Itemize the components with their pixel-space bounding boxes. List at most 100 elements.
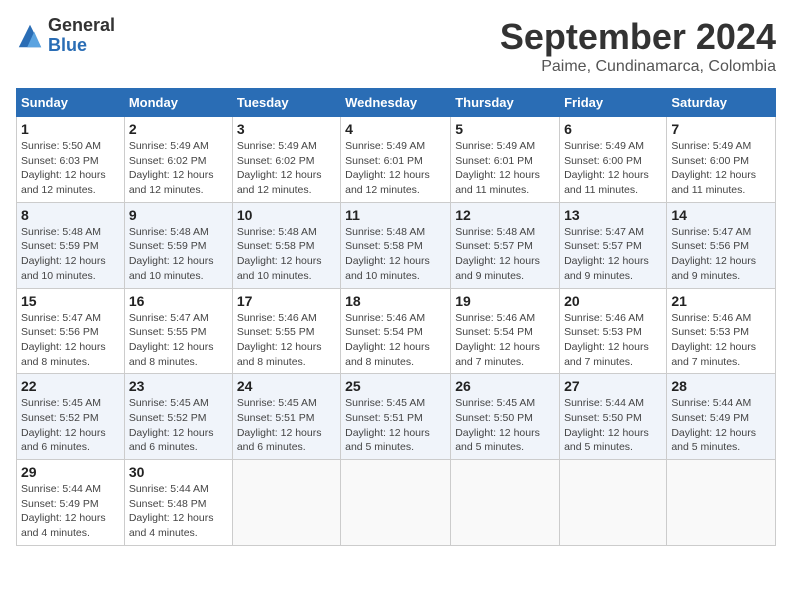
day-number: 28 (671, 378, 771, 394)
table-row (667, 460, 776, 546)
header-monday: Monday (124, 89, 232, 117)
day-number: 15 (21, 293, 120, 309)
day-info: Sunrise: 5:45 AM Sunset: 5:50 PM Dayligh… (455, 396, 555, 455)
day-number: 16 (129, 293, 228, 309)
logo: General Blue (16, 16, 115, 56)
table-row: 17 Sunrise: 5:46 AM Sunset: 5:55 PM Dayli… (232, 288, 340, 374)
table-row: 1 Sunrise: 5:50 AM Sunset: 6:03 PM Daylig… (17, 117, 125, 203)
table-row (451, 460, 560, 546)
day-info: Sunrise: 5:44 AM Sunset: 5:49 PM Dayligh… (671, 396, 771, 455)
day-number: 19 (455, 293, 555, 309)
day-number: 11 (345, 207, 446, 223)
day-info: Sunrise: 5:50 AM Sunset: 6:03 PM Dayligh… (21, 139, 120, 198)
table-row: 15Sunrise: 5:47 AM Sunset: 5:56 PM Dayli… (17, 288, 125, 374)
day-info: Sunrise: 5:45 AM Sunset: 5:51 PM Dayligh… (237, 396, 336, 455)
day-number: 7 (671, 121, 771, 137)
day-number: 26 (455, 378, 555, 394)
calendar-week-row: 22Sunrise: 5:45 AM Sunset: 5:52 PM Dayli… (17, 374, 776, 460)
day-number: 9 (129, 207, 228, 223)
day-info: Sunrise: 5:44 AM Sunset: 5:50 PM Dayligh… (564, 396, 662, 455)
day-number: 3 (237, 121, 336, 137)
header-sunday: Sunday (17, 89, 125, 117)
day-info: Sunrise: 5:48 AM Sunset: 5:58 PM Dayligh… (345, 225, 446, 284)
table-row: 7 Sunrise: 5:49 AM Sunset: 6:00 PM Daylig… (667, 117, 776, 203)
day-info: Sunrise: 5:46 AM Sunset: 5:53 PM Dayligh… (671, 311, 771, 370)
day-number: 29 (21, 464, 120, 480)
day-info: Sunrise: 5:44 AM Sunset: 5:49 PM Dayligh… (21, 482, 120, 541)
table-row: 21Sunrise: 5:46 AM Sunset: 5:53 PM Dayli… (667, 288, 776, 374)
table-row: 23 Sunrise: 5:45 AM Sunset: 5:52 PM Dayli… (124, 374, 232, 460)
header-friday: Friday (560, 89, 667, 117)
table-row: 26 Sunrise: 5:45 AM Sunset: 5:50 PM Dayli… (451, 374, 560, 460)
calendar-week-row: 1 Sunrise: 5:50 AM Sunset: 6:03 PM Daylig… (17, 117, 776, 203)
table-row: 9 Sunrise: 5:48 AM Sunset: 5:59 PM Daylig… (124, 202, 232, 288)
day-info: Sunrise: 5:47 AM Sunset: 5:56 PM Dayligh… (671, 225, 771, 284)
table-row: 27 Sunrise: 5:44 AM Sunset: 5:50 PM Dayli… (560, 374, 667, 460)
table-row: 6Sunrise: 5:49 AM Sunset: 6:00 PM Daylig… (560, 117, 667, 203)
table-row: 20 Sunrise: 5:46 AM Sunset: 5:53 PM Dayli… (560, 288, 667, 374)
calendar-week-row: 8 Sunrise: 5:48 AM Sunset: 5:59 PM Daylig… (17, 202, 776, 288)
table-row: 28 Sunrise: 5:44 AM Sunset: 5:49 PM Dayli… (667, 374, 776, 460)
table-row: 30 Sunrise: 5:44 AM Sunset: 5:48 PM Dayli… (124, 460, 232, 546)
table-row: 5 Sunrise: 5:49 AM Sunset: 6:01 PM Daylig… (451, 117, 560, 203)
day-number: 18 (345, 293, 446, 309)
day-info: Sunrise: 5:46 AM Sunset: 5:53 PM Dayligh… (564, 311, 662, 370)
day-info: Sunrise: 5:48 AM Sunset: 5:59 PM Dayligh… (129, 225, 228, 284)
table-row: 19 Sunrise: 5:46 AM Sunset: 5:54 PM Dayli… (451, 288, 560, 374)
month-title: September 2024 (500, 16, 776, 58)
header-wednesday: Wednesday (341, 89, 451, 117)
day-number: 20 (564, 293, 662, 309)
day-info: Sunrise: 5:49 AM Sunset: 6:02 PM Dayligh… (129, 139, 228, 198)
calendar-table: Sunday Monday Tuesday Wednesday Thursday… (16, 88, 776, 546)
table-row: 11 Sunrise: 5:48 AM Sunset: 5:58 PM Dayli… (341, 202, 451, 288)
day-info: Sunrise: 5:48 AM Sunset: 5:58 PM Dayligh… (237, 225, 336, 284)
logo-text: General Blue (48, 16, 115, 56)
weekday-header-row: Sunday Monday Tuesday Wednesday Thursday… (17, 89, 776, 117)
day-info: Sunrise: 5:46 AM Sunset: 5:54 PM Dayligh… (345, 311, 446, 370)
table-row: 12Sunrise: 5:48 AM Sunset: 5:57 PM Dayli… (451, 202, 560, 288)
day-number: 14 (671, 207, 771, 223)
day-info: Sunrise: 5:49 AM Sunset: 6:00 PM Dayligh… (671, 139, 771, 198)
day-number: 24 (237, 378, 336, 394)
table-row: 8 Sunrise: 5:48 AM Sunset: 5:59 PM Daylig… (17, 202, 125, 288)
table-row: 24 Sunrise: 5:45 AM Sunset: 5:51 PM Dayli… (232, 374, 340, 460)
day-info: Sunrise: 5:47 AM Sunset: 5:57 PM Dayligh… (564, 225, 662, 284)
table-row: 16 Sunrise: 5:47 AM Sunset: 5:55 PM Dayli… (124, 288, 232, 374)
header-tuesday: Tuesday (232, 89, 340, 117)
day-info: Sunrise: 5:49 AM Sunset: 6:00 PM Dayligh… (564, 139, 662, 198)
day-number: 17 (237, 293, 336, 309)
day-info: Sunrise: 5:45 AM Sunset: 5:51 PM Dayligh… (345, 396, 446, 455)
location-title: Paime, Cundinamarca, Colombia (500, 58, 776, 76)
day-number: 2 (129, 121, 228, 137)
table-row: 22Sunrise: 5:45 AM Sunset: 5:52 PM Dayli… (17, 374, 125, 460)
table-row: 29 Sunrise: 5:44 AM Sunset: 5:49 PM Dayli… (17, 460, 125, 546)
day-info: Sunrise: 5:46 AM Sunset: 5:55 PM Dayligh… (237, 311, 336, 370)
day-number: 23 (129, 378, 228, 394)
header-saturday: Saturday (667, 89, 776, 117)
table-row (232, 460, 340, 546)
day-number: 27 (564, 378, 662, 394)
day-info: Sunrise: 5:44 AM Sunset: 5:48 PM Dayligh… (129, 482, 228, 541)
day-info: Sunrise: 5:48 AM Sunset: 5:57 PM Dayligh… (455, 225, 555, 284)
table-row: 10Sunrise: 5:48 AM Sunset: 5:58 PM Dayli… (232, 202, 340, 288)
title-block: September 2024 Paime, Cundinamarca, Colo… (500, 16, 776, 76)
day-info: Sunrise: 5:49 AM Sunset: 6:01 PM Dayligh… (455, 139, 555, 198)
day-number: 5 (455, 121, 555, 137)
day-number: 25 (345, 378, 446, 394)
day-info: Sunrise: 5:48 AM Sunset: 5:59 PM Dayligh… (21, 225, 120, 284)
day-info: Sunrise: 5:49 AM Sunset: 6:02 PM Dayligh… (237, 139, 336, 198)
day-number: 4 (345, 121, 446, 137)
day-info: Sunrise: 5:47 AM Sunset: 5:55 PM Dayligh… (129, 311, 228, 370)
day-number: 1 (21, 121, 120, 137)
day-info: Sunrise: 5:45 AM Sunset: 5:52 PM Dayligh… (129, 396, 228, 455)
day-number: 30 (129, 464, 228, 480)
header-thursday: Thursday (451, 89, 560, 117)
day-number: 8 (21, 207, 120, 223)
table-row: 4Sunrise: 5:49 AM Sunset: 6:01 PM Daylig… (341, 117, 451, 203)
table-row (560, 460, 667, 546)
logo-icon (16, 22, 44, 50)
table-row: 13Sunrise: 5:47 AM Sunset: 5:57 PM Dayli… (560, 202, 667, 288)
calendar-week-row: 15Sunrise: 5:47 AM Sunset: 5:56 PM Dayli… (17, 288, 776, 374)
day-info: Sunrise: 5:46 AM Sunset: 5:54 PM Dayligh… (455, 311, 555, 370)
table-row (341, 460, 451, 546)
